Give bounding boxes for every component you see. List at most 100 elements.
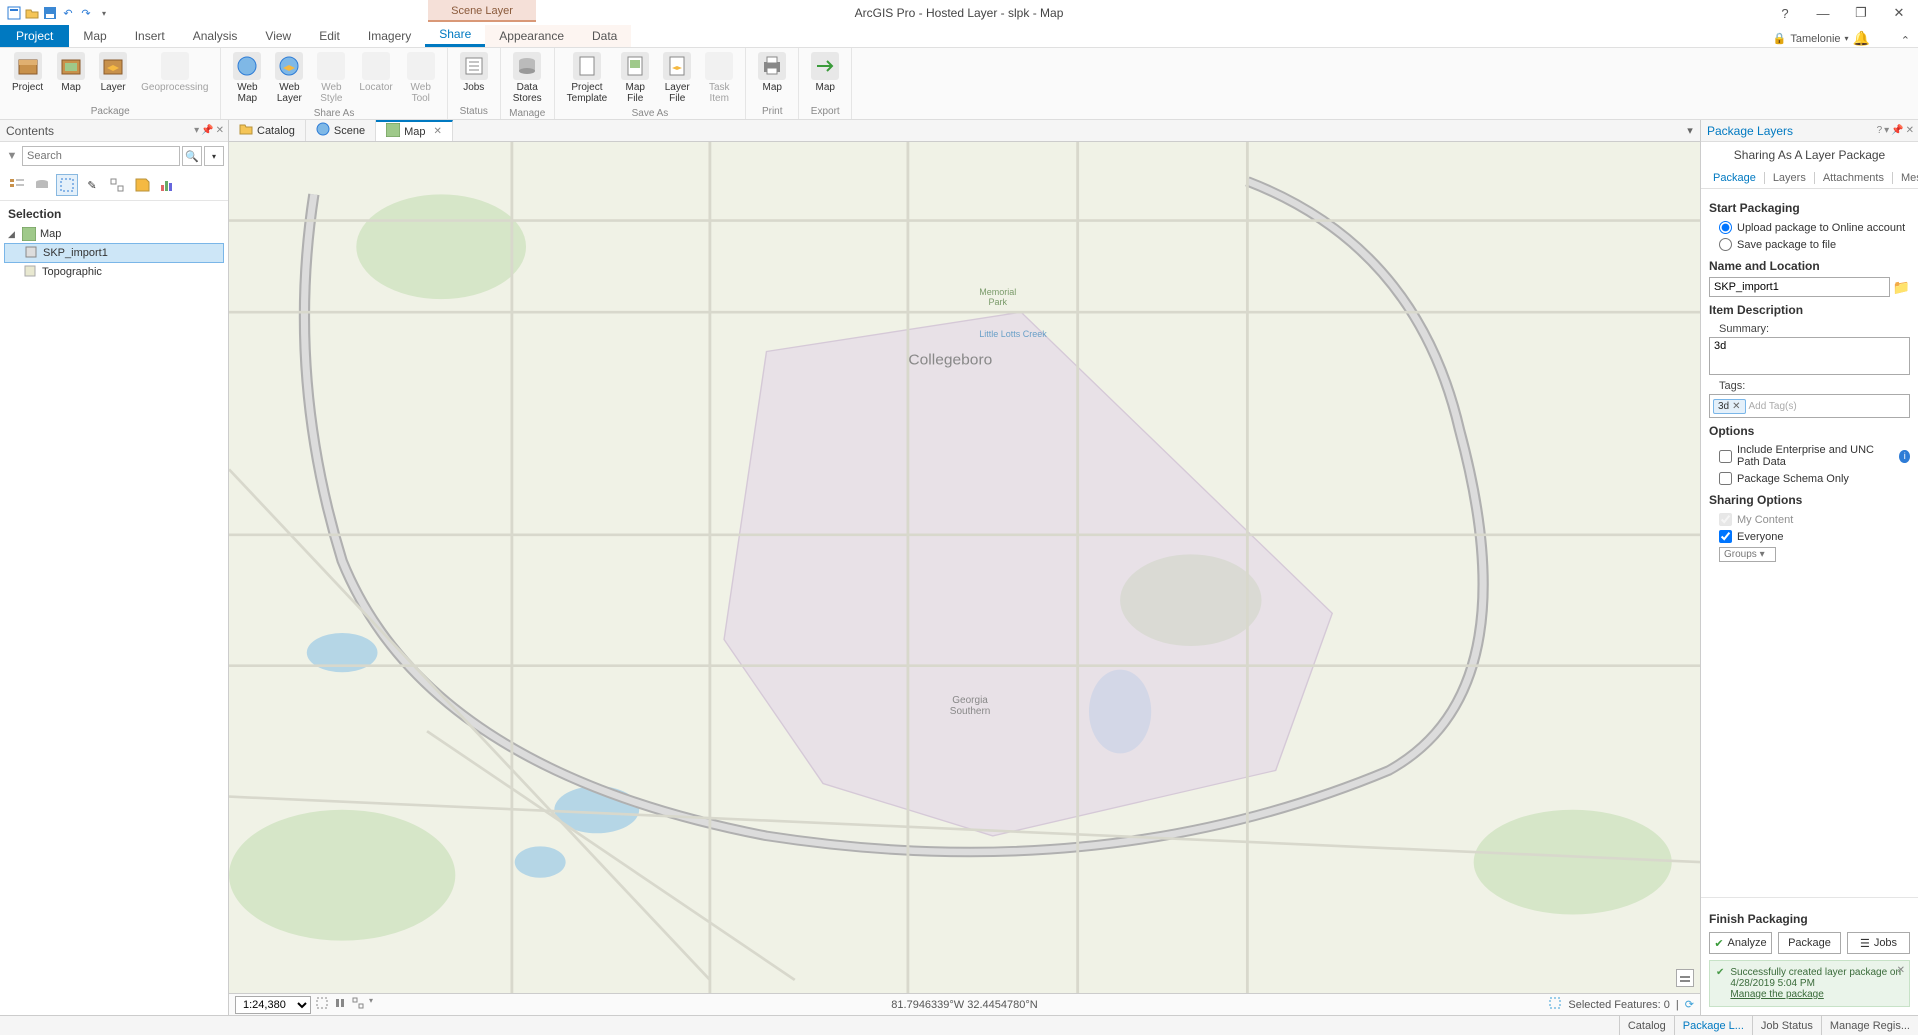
name-input[interactable] [1709,277,1890,297]
search-dropdown-icon[interactable]: ▾ [204,146,224,166]
heading-item-description: Item Description [1709,303,1910,317]
tag-chip[interactable]: 3d ✕ [1713,399,1746,414]
notification-icon[interactable]: 🔔 [1853,30,1870,46]
sub-tab-messages[interactable]: Messages [1895,168,1918,188]
ribbon-tab-insert[interactable]: Insert [121,25,179,47]
list-by-drawing-icon[interactable] [6,174,28,196]
attribution-icon[interactable] [1676,969,1694,987]
share-webmap-button[interactable]: Web Map [227,50,267,106]
close-icon[interactable]: ✕ [1884,2,1914,24]
list-by-editing-icon[interactable]: ✎ [81,174,103,196]
contents-pin-icon[interactable]: 📌 [201,125,213,136]
package-layer-button[interactable]: Layer [93,50,133,95]
tree-root-label: Map [40,228,61,240]
jobs-button[interactable]: ☰Jobs [1847,932,1910,954]
user-name[interactable]: Tamelonie [1790,33,1840,45]
status-snap-icon[interactable] [351,996,365,1013]
sub-tab-layers[interactable]: Layers [1767,168,1812,188]
package-close-icon[interactable]: ✕ [1906,125,1914,136]
maximize-icon[interactable]: ❐ [1846,2,1876,24]
ribbon-tab-view[interactable]: View [251,25,305,47]
radio-save-file[interactable] [1719,238,1732,251]
qat-redo-icon[interactable]: ↷ [78,5,94,21]
user-dropdown-icon[interactable]: ▾ [1845,34,1849,43]
qat-open-icon[interactable] [24,5,40,21]
radio-upload-online[interactable] [1719,221,1732,234]
info-icon[interactable]: i [1899,450,1910,463]
check-schema-only[interactable] [1719,472,1732,485]
tag-remove-icon[interactable]: ✕ [1732,401,1740,412]
check-everyone[interactable] [1719,530,1732,543]
bottom-tab-manage-regis[interactable]: Manage Regis... [1821,1016,1918,1035]
help-icon[interactable]: ? [1770,2,1800,24]
tree-caret-icon[interactable]: ◢ [8,229,18,240]
package-pin-icon[interactable]: 📌 [1891,125,1903,136]
package-map-button[interactable]: Map [51,50,91,95]
qat-customize-icon[interactable]: ▾ [96,5,112,21]
view-tab-scene[interactable]: Scene [306,120,376,141]
package-dropdown-icon[interactable]: ▾ [1884,125,1889,136]
ribbon-tab-map[interactable]: Map [69,25,120,47]
qat-new-icon[interactable] [6,5,22,21]
package-help-icon[interactable]: ? [1877,125,1883,136]
ribbon-tab-edit[interactable]: Edit [305,25,354,47]
browse-folder-icon[interactable]: 📁 [1893,279,1910,296]
share-weblayer-button[interactable]: Web Layer [269,50,309,106]
list-by-charts-icon[interactable] [156,174,178,196]
ribbon-tab-data[interactable]: Data [578,25,631,47]
ribbon-tab-imagery[interactable]: Imagery [354,25,425,47]
scale-combo[interactable]: 1:24,380 [235,996,311,1014]
groups-dropdown[interactable]: Groups ▾ [1719,547,1776,562]
tree-root-map[interactable]: ◢ Map [4,225,224,243]
list-by-selection-icon[interactable] [56,174,78,196]
tags-input[interactable]: 3d ✕ Add Tag(s) [1709,394,1910,418]
tab-close-icon[interactable]: ✕ [430,126,442,137]
search-icon[interactable]: 🔍 [182,146,202,166]
ribbon-group-export-title: Export [805,104,845,117]
sub-tab-attachments[interactable]: Attachments [1817,168,1890,188]
print-map-button[interactable]: Map [752,50,792,95]
contents-dropdown-icon[interactable]: ▾ [194,125,199,136]
status-pause-icon[interactable] [333,996,347,1013]
refresh-icon[interactable]: ⟳ [1685,998,1694,1011]
view-tab-map[interactable]: Map ✕ [376,120,453,141]
filter-icon[interactable]: ▼ [4,146,20,166]
package-button[interactable]: Package [1778,932,1841,954]
minimize-icon[interactable]: — [1808,2,1838,24]
map-canvas[interactable]: Collegeboro Georgia Southern Memorial Pa… [229,142,1700,993]
qat-undo-icon[interactable]: ↶ [60,5,76,21]
analyze-button[interactable]: ✔Analyze [1709,932,1772,954]
saveas-projecttemplate-button[interactable]: Project Template [561,50,614,106]
ribbon-tab-share[interactable]: Share [425,23,485,47]
package-project-button[interactable]: Project [6,50,49,95]
status-jobs-button[interactable]: Jobs [454,50,494,95]
summary-input[interactable]: 3d [1709,337,1910,375]
ribbon-tab-project[interactable]: Project [0,25,69,47]
success-close-icon[interactable]: ✕ [1897,965,1905,976]
export-map-button[interactable]: Map [805,50,845,95]
ribbon-tab-appearance[interactable]: Appearance [485,25,578,47]
ribbon-collapse-icon[interactable]: ⌃ [1901,34,1910,47]
saveas-layerfile-button[interactable]: Layer File [657,50,697,106]
list-by-labeling-icon[interactable] [131,174,153,196]
contents-search-input[interactable] [22,146,180,166]
view-tab-catalog[interactable]: Catalog [229,120,306,141]
view-tabs-dropdown-icon[interactable]: ▾ [1683,123,1697,137]
check-enterprise-unc[interactable] [1719,450,1732,463]
sub-tab-package[interactable]: Package [1707,168,1762,188]
ribbon-tab-analysis[interactable]: Analysis [179,25,252,47]
tree-item-skp-import1[interactable]: SKP_import1 [4,243,224,263]
saveas-mapfile-button[interactable]: Map File [615,50,655,106]
tree-item-topographic[interactable]: Topographic [4,263,224,281]
bottom-tab-package-layers[interactable]: Package L... [1674,1016,1752,1035]
status-drop-icon[interactable]: ▾ [369,996,373,1013]
qat-save-icon[interactable] [42,5,58,21]
list-by-snapping-icon[interactable] [106,174,128,196]
bottom-tab-catalog[interactable]: Catalog [1619,1016,1674,1035]
list-by-source-icon[interactable] [31,174,53,196]
status-constraint-icon[interactable] [315,996,329,1013]
bottom-tab-job-status[interactable]: Job Status [1752,1016,1821,1035]
manage-datastores-button[interactable]: Data Stores [507,50,548,106]
manage-package-link[interactable]: Manage the package [1730,989,1901,1000]
contents-close-icon[interactable]: ✕ [216,125,224,136]
